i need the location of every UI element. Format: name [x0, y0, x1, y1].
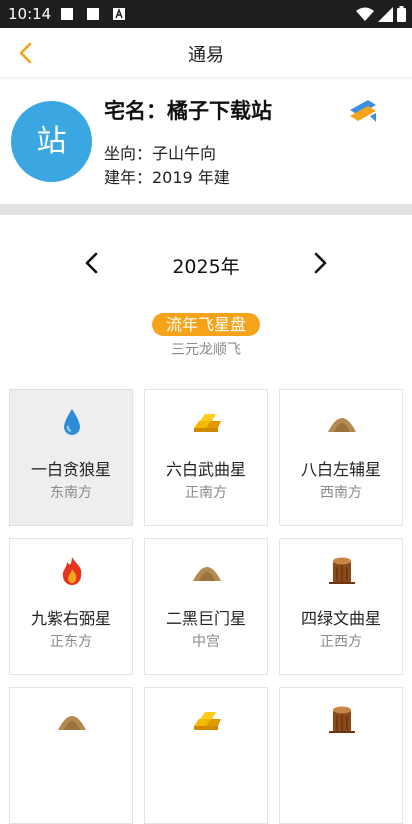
- chevron-right-icon[interactable]: [308, 250, 332, 276]
- star-direction: 东南方: [50, 485, 92, 501]
- star-cell[interactable]: 一白贪狼星 东南方: [9, 389, 133, 526]
- star-cell[interactable]: [144, 687, 268, 824]
- wood-stump-icon: [329, 706, 355, 733]
- star-direction: 西南方: [320, 485, 362, 501]
- notification-icon: [87, 8, 99, 20]
- status-bar: 10:14: [0, 0, 412, 28]
- star-name: 四绿文曲星: [300, 609, 381, 628]
- page-title: 通易: [188, 45, 224, 66]
- signal-icon: [378, 6, 393, 22]
- switch-icon[interactable]: [346, 96, 380, 128]
- star-cell[interactable]: [9, 687, 133, 824]
- gold-bars-icon: [194, 414, 221, 432]
- star-direction: 正南方: [185, 485, 227, 501]
- star-direction: 中宫: [192, 634, 220, 650]
- star-cell[interactable]: 四绿文曲星 正西方: [279, 538, 403, 675]
- gold-bars-icon: [194, 712, 221, 730]
- star-direction: 正东方: [50, 634, 92, 650]
- house-avatar: 站: [11, 101, 92, 182]
- star-name: 八白左辅星: [300, 460, 381, 479]
- house-built-year: 建年：2019 年建: [104, 168, 230, 187]
- nav-bar: 通易: [0, 28, 412, 78]
- battery-icon: [397, 6, 406, 22]
- house-orientation: 坐向：子山午向: [104, 144, 217, 163]
- chart-subtitle: 三元龙顺飞: [171, 342, 241, 358]
- chart-type-badge: 流年飞星盘: [152, 313, 260, 336]
- status-indicators: [356, 6, 406, 22]
- star-name: 九紫右弼星: [30, 609, 111, 628]
- star-name: 二黑巨门星: [165, 609, 246, 628]
- star-cell[interactable]: 二黑巨门星 中宫: [144, 538, 268, 675]
- house-name: 宅名：橘子下载站: [104, 99, 272, 123]
- fire-icon: [62, 557, 82, 585]
- year-selector: 2025年: [0, 240, 412, 284]
- section-divider: [0, 204, 412, 215]
- star-cell[interactable]: [279, 687, 403, 824]
- star-cell[interactable]: 九紫右弼星 正东方: [9, 538, 133, 675]
- water-drop-icon: [64, 409, 80, 435]
- earth-mound-icon: [58, 716, 86, 730]
- year-label: 2025年: [172, 256, 240, 278]
- wifi-icon: [356, 7, 374, 21]
- notification-icon: [61, 8, 73, 20]
- house-info: 站 宅名：橘子下载站 坐向：子山午向 建年：2019 年建: [0, 78, 412, 204]
- earth-mound-icon: [328, 418, 356, 432]
- status-time: 10:14: [8, 5, 52, 23]
- earth-mound-icon: [193, 567, 221, 581]
- star-cell[interactable]: 六白武曲星 正南方: [144, 389, 268, 526]
- star-name: 六白武曲星: [165, 460, 246, 479]
- star-direction: 正西方: [320, 634, 362, 650]
- app-notification-icon: [113, 8, 125, 20]
- wood-stump-icon: [329, 557, 355, 584]
- star-name: 一白贪狼星: [30, 460, 111, 479]
- star-cell[interactable]: 八白左辅星 西南方: [279, 389, 403, 526]
